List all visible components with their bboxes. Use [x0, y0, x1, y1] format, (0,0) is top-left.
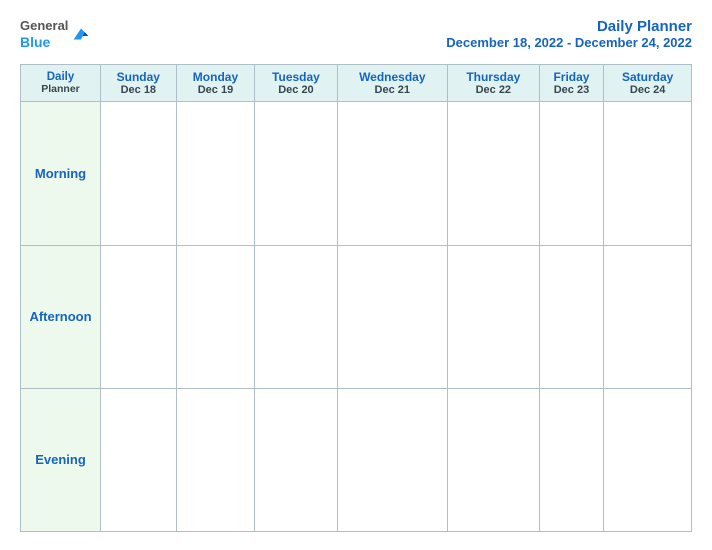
cell-morning-thursday[interactable] [447, 102, 539, 245]
col-header-tuesday: Tuesday Dec 20 [255, 65, 337, 102]
day-name-sunday: Sunday [104, 70, 173, 84]
col-header-monday: Monday Dec 19 [176, 65, 255, 102]
planner-table: Daily Planner Sunday Dec 18 Monday Dec 1… [20, 64, 692, 532]
cell-afternoon-thursday[interactable] [447, 245, 539, 388]
cell-afternoon-sunday[interactable] [101, 245, 177, 388]
cell-afternoon-tuesday[interactable] [255, 245, 337, 388]
cell-afternoon-wednesday[interactable] [337, 245, 447, 388]
day-name-friday: Friday [543, 70, 601, 84]
cell-evening-sunday[interactable] [101, 388, 177, 531]
day-date-wednesday: Dec 21 [341, 84, 444, 96]
cell-afternoon-monday[interactable] [176, 245, 255, 388]
col-header-saturday: Saturday Dec 24 [604, 65, 692, 102]
day-date-tuesday: Dec 20 [258, 84, 333, 96]
day-name-saturday: Saturday [607, 70, 688, 84]
col-header-sunday: Sunday Dec 18 [101, 65, 177, 102]
cell-morning-wednesday[interactable] [337, 102, 447, 245]
day-date-thursday: Dec 22 [451, 84, 536, 96]
table-label-header: Daily Planner [21, 65, 101, 102]
cell-morning-friday[interactable] [539, 102, 604, 245]
cell-morning-saturday[interactable] [604, 102, 692, 245]
table-row-evening: Evening [21, 388, 692, 531]
row-label-morning: Morning [21, 102, 101, 245]
page-header: General Blue Daily Planner December 18, … [20, 18, 692, 50]
cell-evening-friday[interactable] [539, 388, 604, 531]
cell-morning-sunday[interactable] [101, 102, 177, 245]
row-label-afternoon: Afternoon [21, 245, 101, 388]
day-name-monday: Monday [180, 70, 252, 84]
table-row-morning: Morning [21, 102, 692, 245]
row-label-evening: Evening [21, 388, 101, 531]
logo-general: General [20, 18, 68, 34]
cell-evening-saturday[interactable] [604, 388, 692, 531]
planner-date-range: December 18, 2022 - December 24, 2022 [446, 35, 692, 50]
label-header-sub: Planner [24, 83, 97, 95]
logo-blue: Blue [20, 34, 68, 51]
cell-evening-wednesday[interactable] [337, 388, 447, 531]
day-date-monday: Dec 19 [180, 84, 252, 96]
table-header-row: Daily Planner Sunday Dec 18 Monday Dec 1… [21, 65, 692, 102]
col-header-friday: Friday Dec 23 [539, 65, 604, 102]
day-name-tuesday: Tuesday [258, 70, 333, 84]
day-name-wednesday: Wednesday [341, 70, 444, 84]
cell-evening-tuesday[interactable] [255, 388, 337, 531]
header-right: Daily Planner December 18, 2022 - Decemb… [446, 18, 692, 50]
cell-evening-monday[interactable] [176, 388, 255, 531]
cell-morning-monday[interactable] [176, 102, 255, 245]
cell-afternoon-saturday[interactable] [604, 245, 692, 388]
day-date-saturday: Dec 24 [607, 84, 688, 96]
table-row-afternoon: Afternoon [21, 245, 692, 388]
cell-evening-thursday[interactable] [447, 388, 539, 531]
label-header-main: Daily [24, 71, 97, 83]
logo: General Blue [20, 18, 92, 50]
day-name-thursday: Thursday [451, 70, 536, 84]
day-date-friday: Dec 23 [543, 84, 601, 96]
day-date-sunday: Dec 18 [104, 84, 173, 96]
logo-icon [70, 23, 92, 45]
cell-afternoon-friday[interactable] [539, 245, 604, 388]
cell-morning-tuesday[interactable] [255, 102, 337, 245]
col-header-thursday: Thursday Dec 22 [447, 65, 539, 102]
col-header-wednesday: Wednesday Dec 21 [337, 65, 447, 102]
planner-title: Daily Planner [446, 18, 692, 35]
